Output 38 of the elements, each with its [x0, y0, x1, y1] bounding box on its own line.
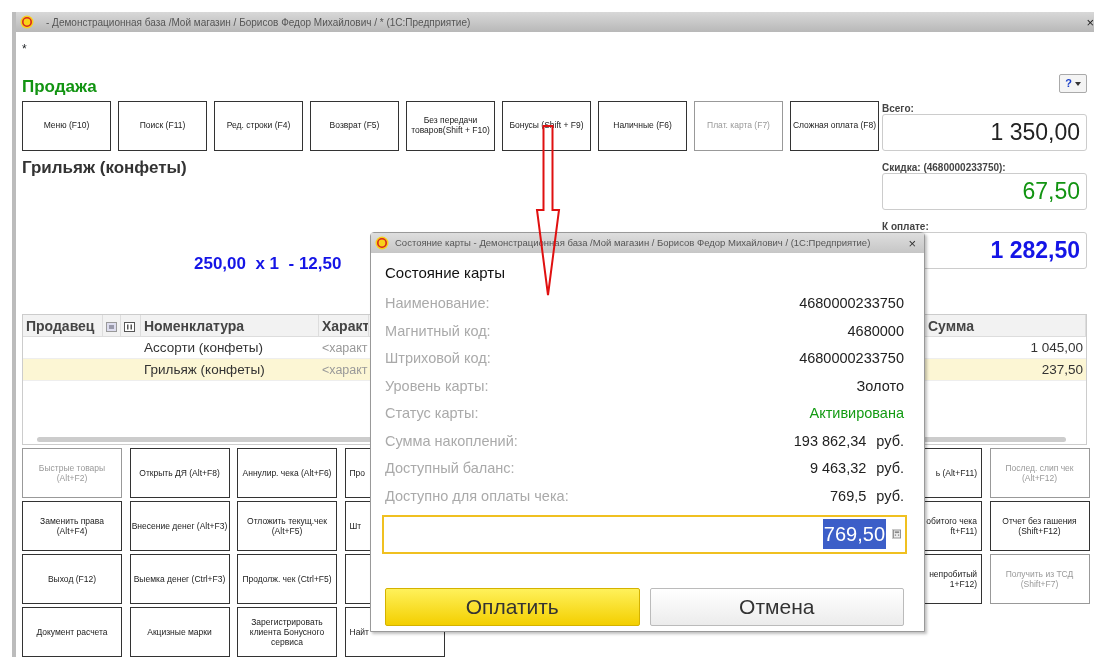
- currency-unit: руб.: [876, 431, 904, 451]
- window-title: - Демонстрационная база /Мой магазин / Борисов Федор Михайлович / * (1С:Предприятие): [46, 15, 471, 30]
- total-label: К оплате:: [882, 221, 929, 233]
- field-value: Активирована: [809, 404, 904, 424]
- field-value: 9 463,32: [809, 459, 867, 479]
- field-value: Золото: [856, 376, 904, 396]
- current-item-name: Грильяж (конфеты): [22, 158, 187, 177]
- table-cell-text: Грильяж (конфеты): [143, 360, 266, 379]
- table-cell-text: 237,50: [1040, 360, 1084, 379]
- total-field: 1 350,00: [882, 114, 1087, 151]
- field-label: Уровень карты:: [385, 376, 489, 396]
- table-cell-text: <характ: [321, 339, 369, 357]
- field-label: Сумма накоплений:: [385, 431, 518, 451]
- form-title: Продажа: [22, 76, 97, 96]
- dialog-heading: Состояние карты: [385, 263, 505, 283]
- field-value: 769,5: [830, 486, 867, 506]
- field-label: Наименование:: [385, 294, 490, 314]
- field-value: 4680000233750: [799, 349, 904, 369]
- column-header: Номенклатура: [141, 314, 319, 337]
- field-value: 4680000: [847, 321, 904, 341]
- total-label: Скидка: (4680000233750):: [882, 162, 1006, 174]
- field-label: Магнитный код:: [385, 321, 491, 341]
- modified-marker: *: [22, 41, 27, 56]
- table-cell-text: Ассорти (конфеты): [143, 338, 264, 357]
- field-label: Штриховой код:: [385, 349, 491, 369]
- amount-value: 769,50: [822, 519, 886, 549]
- field-label: Доступный баланс:: [385, 459, 515, 479]
- price-line: 250,00 x 1 - 12,50: [194, 253, 342, 273]
- total-field: 67,50: [882, 173, 1087, 210]
- total-label: Всего:: [882, 103, 914, 115]
- field-value: 4680000233750: [799, 294, 904, 314]
- table-cell-text: 1 045,00: [1029, 338, 1084, 357]
- table-cell-text: <характ: [321, 361, 369, 379]
- column-header: Характ: [319, 314, 369, 337]
- column-header: Продавец: [23, 314, 103, 337]
- field-value: 193 862,34: [793, 431, 867, 451]
- field-label: Доступно для оплаты чека:: [385, 486, 569, 506]
- field-label: Статус карты:: [385, 404, 479, 424]
